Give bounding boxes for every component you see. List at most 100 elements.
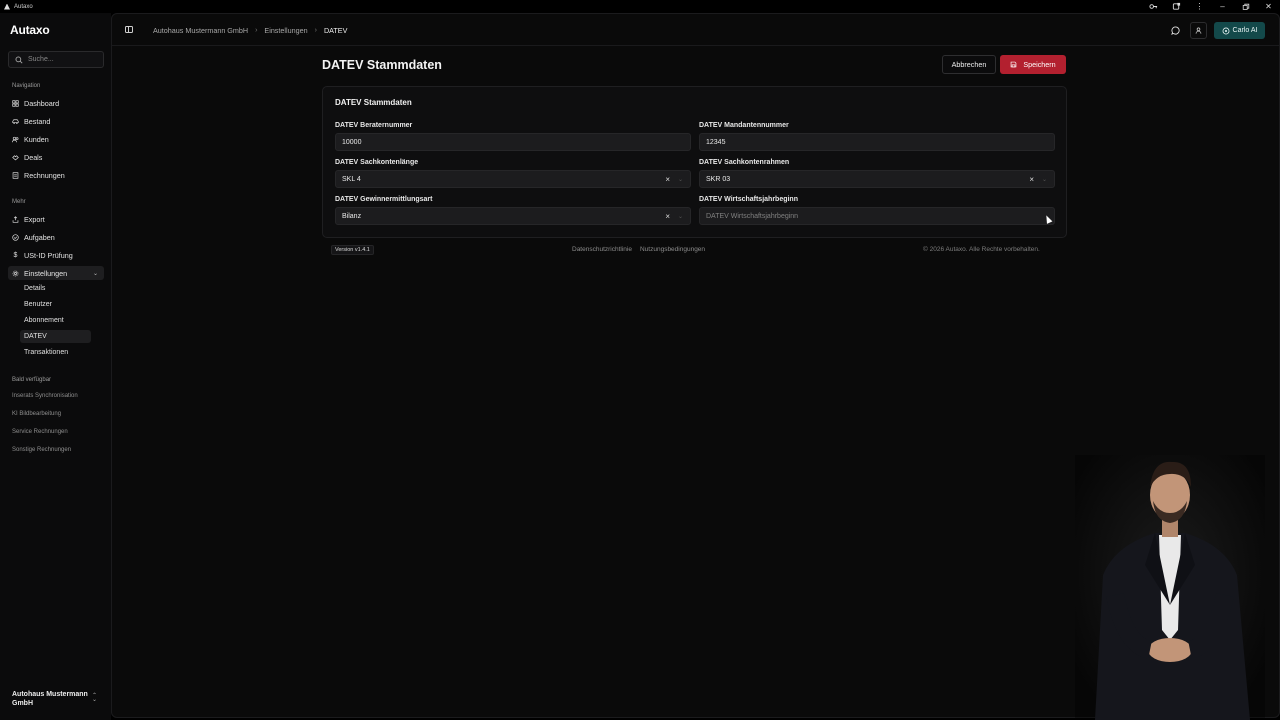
chevron-down-icon: ⌄: [1041, 176, 1047, 183]
search-input[interactable]: Suche...: [8, 51, 104, 68]
sidebar-toggle-icon[interactable]: [125, 26, 133, 33]
presenter-video-overlay: [1075, 455, 1265, 720]
os-app-title: Autaxo: [0, 3, 33, 10]
soon-item: Sonstige Rechnungen: [12, 447, 72, 453]
cancel-button[interactable]: Abbrechen: [942, 55, 996, 74]
top-bar: Autohaus Mustermann GmbH › Einstellungen…: [112, 14, 1279, 46]
gewinn-select[interactable]: Bilanz × ⌄: [335, 207, 691, 225]
sidebar-item-einstellungen[interactable]: Einstellungen ⌄: [8, 266, 104, 280]
datev-form-card: DATEV Stammdaten DATEV Beraternummer 100…: [322, 86, 1067, 238]
extension-icon[interactable]: [1165, 0, 1188, 13]
sidebar: Autaxo Suche... Navigation Dashboard Bes…: [0, 13, 111, 720]
sidebar-item-label: USt-ID Prüfung: [24, 250, 73, 260]
skr-select[interactable]: SKR 03 × ⌄: [699, 170, 1055, 188]
skr-label: DATEV Sachkontenrahmen: [699, 159, 790, 166]
clear-icon[interactable]: ×: [665, 175, 670, 184]
mandant-input[interactable]: 12345: [699, 133, 1055, 151]
sidebar-item-label: Dashboard: [24, 98, 60, 108]
skl-value: SKL 4: [342, 175, 361, 183]
breadcrumb-settings[interactable]: Einstellungen: [264, 26, 307, 35]
breadcrumb-company[interactable]: Autohaus Mustermann GmbH: [153, 26, 248, 35]
user-menu-button[interactable]: [1190, 22, 1207, 39]
car-icon: [12, 118, 19, 125]
chevron-down-icon: ⌄: [677, 176, 683, 183]
carlo-ai-button[interactable]: Carlo AI: [1214, 22, 1265, 39]
sidebar-item-label: Deals: [24, 152, 43, 162]
breadcrumb-current: DATEV: [323, 26, 348, 35]
clear-icon[interactable]: ×: [1029, 175, 1034, 184]
wj-input[interactable]: DATEV Wirtschaftsjahrbeginn: [699, 207, 1055, 225]
copyright: © 2026 Autaxo. Alle Rechte vorbehalten.: [923, 246, 1040, 253]
gewinn-value: Bilanz: [342, 212, 362, 220]
restore-icon[interactable]: [1234, 0, 1257, 13]
sidebar-item-label: Export: [24, 214, 45, 224]
user-icon: [1195, 27, 1202, 34]
gear-icon: [12, 270, 19, 277]
sidebar-item-bestand[interactable]: Bestand: [8, 114, 104, 128]
os-app-name: Autaxo: [14, 3, 33, 10]
close-icon[interactable]: ✕: [1257, 0, 1280, 13]
chevron-right-icon: ›: [255, 27, 258, 34]
chevron-up-down-icon[interactable]: ⌃ ⌄: [92, 693, 97, 703]
sidebar-item-label: Rechnungen: [24, 170, 65, 180]
save-button[interactable]: Speichern: [1000, 55, 1066, 74]
os-title-bar: Autaxo ⋮ – ✕: [0, 0, 1280, 13]
privacy-link[interactable]: Datenschutzrichtlinie: [572, 246, 632, 253]
company-name[interactable]: Autohaus Mustermann GmbH: [12, 691, 92, 708]
brand-logo[interactable]: Autaxo: [10, 23, 50, 37]
soon-item: Service Rechnungen: [12, 429, 68, 435]
brand-name: Autaxo: [10, 23, 50, 37]
footer-links: Datenschutzrichtlinie Nutzungsbedingunge…: [572, 246, 705, 253]
minimize-icon[interactable]: –: [1211, 0, 1234, 13]
settings-sub-benutzer[interactable]: Benutzer: [20, 298, 91, 311]
settings-sub-abonnement[interactable]: Abonnement: [20, 314, 91, 327]
export-icon: [12, 215, 19, 223]
key-icon[interactable]: [1142, 0, 1165, 13]
card-title: DATEV Stammdaten: [335, 98, 412, 107]
app-logo-icon: [4, 3, 10, 10]
handshake-icon: [12, 154, 19, 161]
sidebar-item-rechnungen[interactable]: Rechnungen: [8, 168, 104, 182]
chevron-down-icon: ⌄: [677, 213, 683, 220]
sidebar-item-label: Kunden: [24, 134, 49, 144]
sidebar-item-deals[interactable]: Deals: [8, 150, 104, 164]
invoice-icon: [12, 171, 19, 179]
assistant-icon: [1222, 27, 1229, 34]
chat-icon[interactable]: [1170, 25, 1180, 35]
settings-sub-datev[interactable]: DATEV: [20, 330, 91, 343]
save-label: Speichern: [1023, 60, 1056, 69]
sidebar-item-export[interactable]: Export: [8, 212, 104, 226]
users-icon: [12, 136, 19, 143]
dollar-icon: $: [13, 251, 18, 259]
chevron-down-icon[interactable]: ⌄: [93, 270, 98, 277]
soon-item: KI Bildbearbeitung: [12, 411, 62, 417]
chevron-right-icon: ›: [314, 27, 317, 34]
sidebar-item-label: Bestand: [24, 116, 51, 126]
mandant-value: 12345: [706, 138, 726, 146]
more-menu-icon[interactable]: ⋮: [1188, 0, 1211, 13]
search-icon: [15, 56, 23, 64]
sidebar-item-kunden[interactable]: Kunden: [8, 132, 104, 146]
skl-select[interactable]: SKL 4 × ⌄: [335, 170, 691, 188]
settings-sub-transaktionen[interactable]: Transaktionen: [20, 346, 91, 359]
soon-section-label: Bald verfügbar: [12, 377, 52, 383]
wj-placeholder: DATEV Wirtschaftsjahrbeginn: [706, 212, 799, 220]
window-controls: ⋮ – ✕: [1142, 0, 1280, 13]
terms-link[interactable]: Nutzungsbedingungen: [640, 246, 705, 253]
clear-icon[interactable]: ×: [665, 212, 670, 221]
skl-label: DATEV Sachkontenlänge: [335, 159, 419, 166]
sidebar-item-ust-id[interactable]: $ USt-ID Prüfung: [8, 248, 104, 262]
gewinn-label: DATEV Gewinnermittlungsart: [335, 196, 433, 203]
settings-sub-details[interactable]: Details: [20, 282, 91, 295]
check-circle-icon: [12, 233, 19, 241]
berater-input[interactable]: 10000: [335, 133, 691, 151]
save-icon: [1011, 61, 1017, 68]
nav-section-label: Navigation: [12, 83, 41, 89]
page-title: DATEV Stammdaten: [322, 58, 442, 72]
skr-value: SKR 03: [706, 175, 731, 183]
berater-value: 10000: [342, 138, 362, 146]
sidebar-item-label: Einstellungen: [24, 268, 68, 278]
sidebar-item-dashboard[interactable]: Dashboard: [8, 96, 104, 110]
sidebar-item-aufgaben[interactable]: Aufgaben: [8, 230, 104, 244]
carlo-ai-label: Carlo AI: [1232, 27, 1258, 34]
